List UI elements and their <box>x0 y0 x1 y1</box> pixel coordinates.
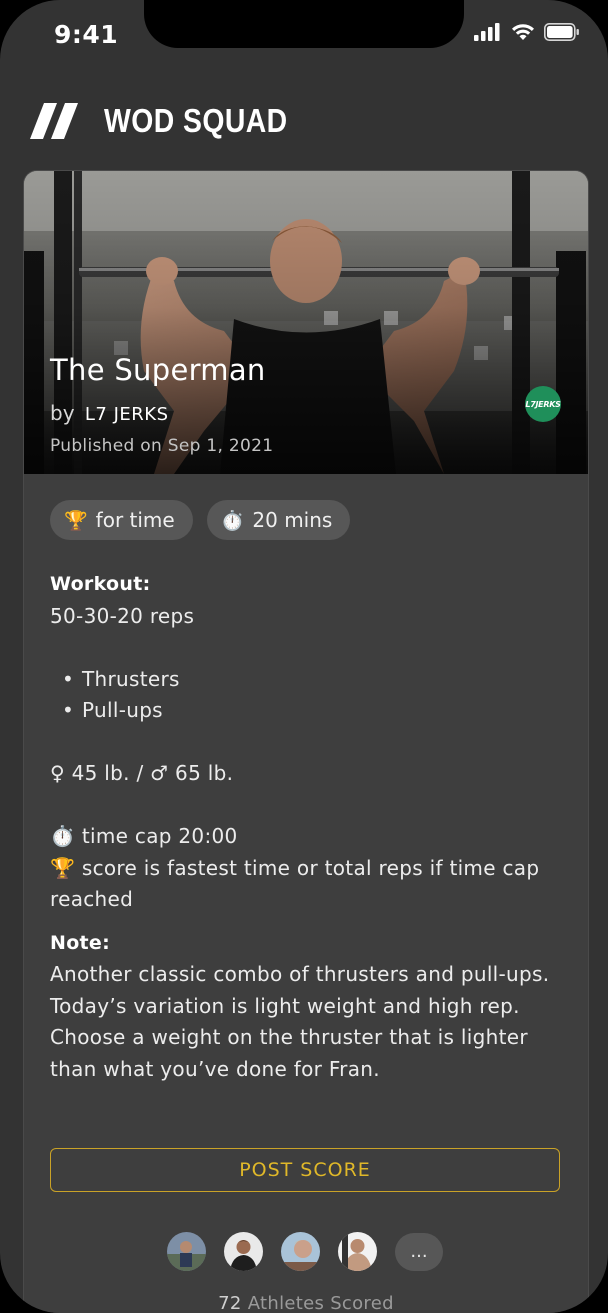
movement-list: Thrusters Pull-ups <box>50 664 560 727</box>
device-notch <box>144 0 464 48</box>
workout-weights: ♀ 45 lb. / ♂ 65 lb. <box>50 761 234 785</box>
workout-tags: 🏆 for time ⏱️ 20 mins <box>50 500 351 540</box>
avatar[interactable] <box>167 1232 206 1271</box>
note-heading: Note: <box>50 931 111 954</box>
athlete-avatars: ... <box>167 1232 443 1271</box>
trophy-icon: 🏆 <box>64 509 88 532</box>
wifi-icon <box>512 24 534 40</box>
signal-icon <box>474 23 500 41</box>
workout-card: The Superman by L7 JERKS Published on Se… <box>23 170 589 1313</box>
tag-label: for time <box>95 508 175 532</box>
logo-icon <box>30 103 78 139</box>
phone-screen: 9:41 WOD SQUAD The Superman by L7 JERKS … <box>0 0 608 1313</box>
workout-title: The Superman <box>50 353 266 387</box>
battery-icon <box>544 23 579 41</box>
athletes-count: 72 <box>218 1293 242 1313</box>
scoring-rule: 🏆 score is fastest time or total reps if… <box>50 855 540 912</box>
tag-label: 20 mins <box>252 508 333 532</box>
author-link[interactable]: L7 JERKS <box>85 404 169 425</box>
athletes-label: Athletes Scored <box>247 1293 394 1313</box>
avatar[interactable] <box>281 1232 320 1271</box>
app-header: WOD SQUAD <box>30 102 318 140</box>
more-athletes-button[interactable]: ... <box>395 1232 443 1271</box>
app-title: WOD SQUAD <box>104 102 288 139</box>
tag-duration: ⏱️ 20 mins <box>206 500 351 540</box>
published-date: Published on Sep 1, 2021 <box>50 436 274 456</box>
avatar[interactable] <box>338 1232 377 1271</box>
team-logo[interactable]: L7JERKS <box>525 386 561 422</box>
workout-hero: The Superman by L7 JERKS Published on Se… <box>24 171 588 474</box>
workout-reps: 50-30-20 reps <box>50 603 195 628</box>
status-time: 9:41 <box>54 20 119 49</box>
movement-item: Pull-ups <box>62 695 560 727</box>
stopwatch-icon: ⏱️ <box>220 509 245 532</box>
status-icons <box>474 22 580 42</box>
time-cap: ⏱️ time cap 20:00 <box>50 824 238 848</box>
post-score-button[interactable]: POST SCORE <box>50 1148 560 1192</box>
workout-byline: by L7 JERKS <box>50 401 169 425</box>
avatar[interactable] <box>224 1232 263 1271</box>
by-label: by <box>50 401 75 425</box>
workout-heading: Workout: <box>50 573 151 595</box>
athletes-scored[interactable]: 72 Athletes Scored <box>24 1293 588 1313</box>
movement-item: Thrusters <box>62 664 560 696</box>
workout-description: Workout: 50-30-20 reps Thrusters Pull-up… <box>50 569 560 1085</box>
hero-photo <box>24 171 588 474</box>
tag-for-time: 🏆 for time <box>50 500 193 540</box>
note-text: Another classic combo of thrusters and p… <box>50 962 550 1081</box>
